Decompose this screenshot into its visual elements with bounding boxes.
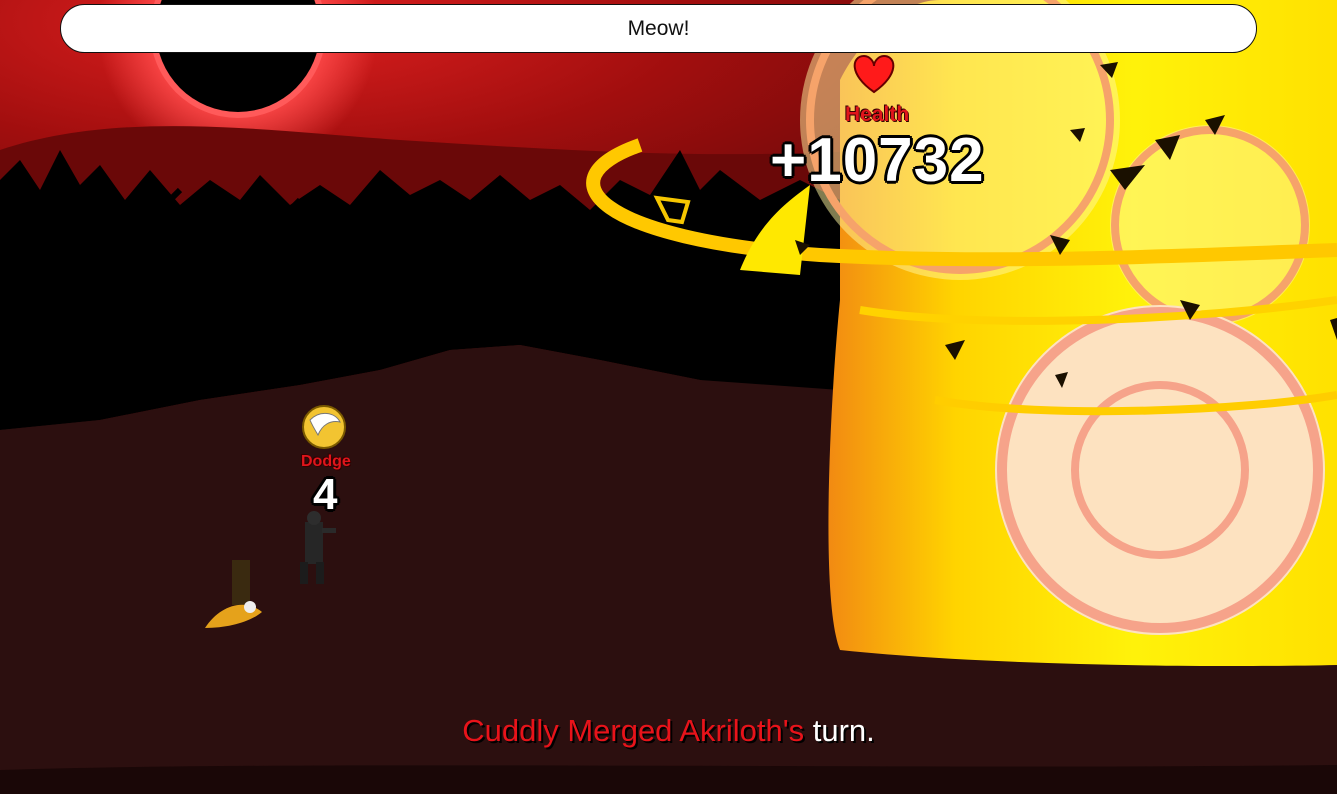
- ground-shadow: [0, 765, 1337, 794]
- health-value: +10732: [770, 126, 985, 195]
- turn-character-name: Cuddly Merged Akriloth's: [462, 713, 805, 748]
- wing-icon: [302, 405, 346, 449]
- speech-text: Meow!: [627, 16, 690, 40]
- fire-orb-large: [995, 305, 1325, 635]
- health-label: Health: [845, 103, 910, 126]
- dodge-value: 4: [313, 470, 338, 519]
- turn-suffix: turn.: [804, 713, 875, 748]
- speech-bubble: Meow!: [60, 4, 1257, 53]
- turn-message: Cuddly Merged Akriloth's turn.: [0, 713, 1337, 749]
- dodge-label: Dodge: [301, 453, 351, 470]
- battle-scene: [0, 0, 1337, 794]
